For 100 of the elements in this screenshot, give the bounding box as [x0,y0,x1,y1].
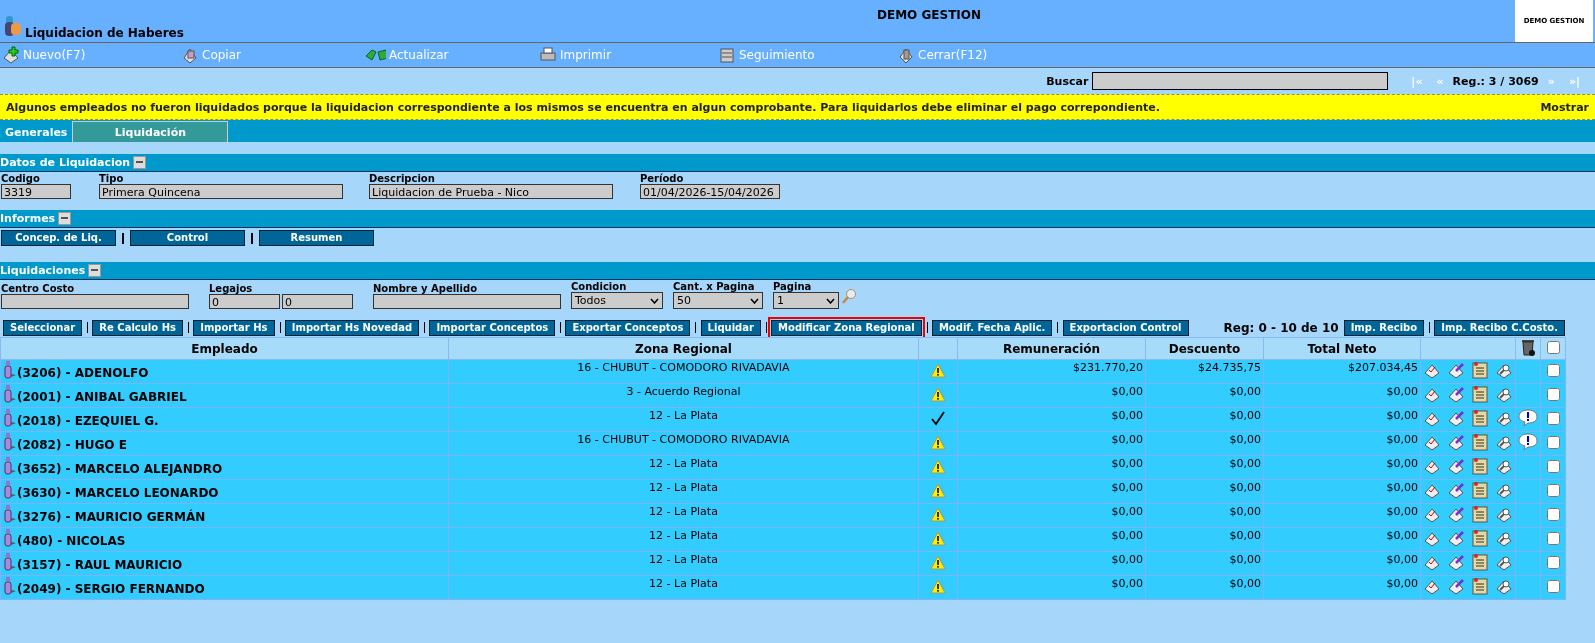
record-counter: Reg.: 3 / 3069 [1452,74,1539,88]
action-button[interactable]: Exportacion Control [1062,319,1189,336]
row-checkbox[interactable] [1546,483,1560,497]
action-button[interactable]: Seleccionar [3,319,83,336]
collapse-icon[interactable] [88,264,102,277]
magnifier-document-icon [1495,505,1513,523]
collapse-icon[interactable] [58,212,72,225]
action-button[interactable]: Modificar Zona Regional [771,319,922,336]
column-header: Total Neto [1263,337,1421,360]
action-button[interactable]: Importar Conceptos [429,319,556,336]
action-button[interactable]: Importar Hs [193,319,275,336]
employee-name: (3276) - MAURICIO GERMÁN [3,504,206,524]
edit-document-icon [1447,505,1465,523]
magnifier-document-icon [1495,457,1513,475]
action-button[interactable]: Liquidar [700,319,761,336]
row-checkbox[interactable] [1546,411,1560,425]
field-label: Descripcion [369,173,436,184]
column-header: Empleado [0,337,449,360]
zone-cell: 3 - Acuerdo Regional [626,385,741,398]
app-title: Liquidacion de Haberes [25,26,184,40]
text-field[interactable]: Liquidacion de Prueba - Nico [369,184,613,199]
section-title: Liquidaciones [0,264,86,277]
employee-name: (3157) - RAUL MAURICIO [3,552,183,572]
employee-name: (3630) - MARCELO LEONARDO [3,480,219,500]
new-document-icon [2,46,20,64]
row-checkbox[interactable] [1546,459,1560,473]
amount-cell: $0,00 [1386,553,1418,566]
amount-cell: $0,00 [1111,505,1143,518]
record-range: Reg: 0 - 10 de 10 [1223,320,1339,335]
person-icon [3,504,17,524]
dropdown-caret-icon [750,297,759,304]
person-icon [3,432,17,452]
amount-cell: $0,00 [1111,385,1143,398]
cabinet-icon [718,46,736,64]
report-button[interactable]: Resumen [259,230,374,246]
print-receipt-button[interactable]: Imp. Recibo [1343,319,1425,336]
filter-label: Condicion [571,281,628,292]
action-button[interactable]: Exportar Conceptos [565,319,691,336]
amount-cell: $0,00 [1111,409,1143,422]
report-button[interactable]: Control [130,230,245,246]
search-icon [841,288,857,306]
amount-cell: $0,00 [1111,553,1143,566]
filter-label: Legajos [209,283,254,294]
select-field[interactable]: 1 [773,292,839,309]
notepad-icon [1471,529,1489,547]
text-field[interactable]: 0 [209,294,280,309]
amount-cell: $0,00 [1386,529,1418,542]
amount-cell: $0,00 [1111,529,1143,542]
action-button[interactable]: Modif. Fecha Aplic. [931,319,1053,336]
tab[interactable]: Liquidación [72,121,229,142]
row-checkbox[interactable] [1546,531,1560,545]
row-checkbox[interactable] [1546,435,1560,449]
row-checkbox[interactable] [1546,363,1560,377]
amount-cell: $0,00 [1229,433,1261,446]
text-field[interactable]: Primera Quincena [99,184,343,199]
edit-document-icon [1447,361,1465,379]
select-all-checkbox[interactable] [1546,340,1560,354]
zone-cell: 12 - La Plata [649,553,718,566]
report-button[interactable]: Concep. de Liq. [1,230,116,246]
print-receipt-button[interactable]: Imp. Recibo C.Costo. [1434,319,1565,336]
row-checkbox[interactable] [1546,387,1560,401]
printer-icon [539,46,557,64]
zone-cell: 12 - La Plata [649,481,718,494]
row-checkbox[interactable] [1546,507,1560,521]
collapse-icon[interactable] [133,156,147,169]
person-icon [3,576,17,596]
text-field[interactable] [373,294,561,309]
row-checkbox[interactable] [1546,579,1560,593]
amount-cell: $0,00 [1111,481,1143,494]
notepad-icon [1471,505,1489,523]
search-field[interactable] [1092,72,1389,90]
amount-cell: $0,00 [1229,481,1261,494]
text-field[interactable]: 3319 [1,184,71,199]
amount-cell: $0,00 [1386,457,1418,470]
amount-cell: $0,00 [1386,481,1418,494]
filter-label: Pagina [773,281,813,292]
amount-cell: $0,00 [1386,433,1418,446]
search-label: Buscar [1046,74,1089,88]
amount-cell: $0,00 [1386,409,1418,422]
text-field[interactable]: 0 [282,294,353,309]
zone-cell: 12 - La Plata [649,409,718,422]
edit-document-icon [1447,385,1465,403]
show-link[interactable]: Mostrar [1540,100,1589,114]
select-field[interactable]: Todos [571,292,663,309]
zone-cell: 16 - CHUBUT - COMODORO RIVADAVIA [577,433,790,446]
select-field[interactable]: 50 [673,292,763,309]
person-icon [3,360,17,380]
amount-cell: $0,00 [1229,577,1261,590]
edit-document-icon [1447,577,1465,595]
person-icon [3,408,17,428]
action-button[interactable]: Importar Hs Novedad [284,319,420,336]
action-button[interactable]: Re Calculo Hs [92,319,183,336]
text-field[interactable] [1,294,189,309]
row-checkbox[interactable] [1546,555,1560,569]
dropdown-caret-icon [650,297,659,304]
section-title: Datos de Liquidacion [0,156,131,169]
text-field[interactable]: 01/04/2026-15/04/2026 [640,184,780,199]
trash-can-icon [1520,338,1536,356]
employee-name: (2082) - HUGO E [3,432,127,452]
edit-document-icon [1447,433,1465,451]
